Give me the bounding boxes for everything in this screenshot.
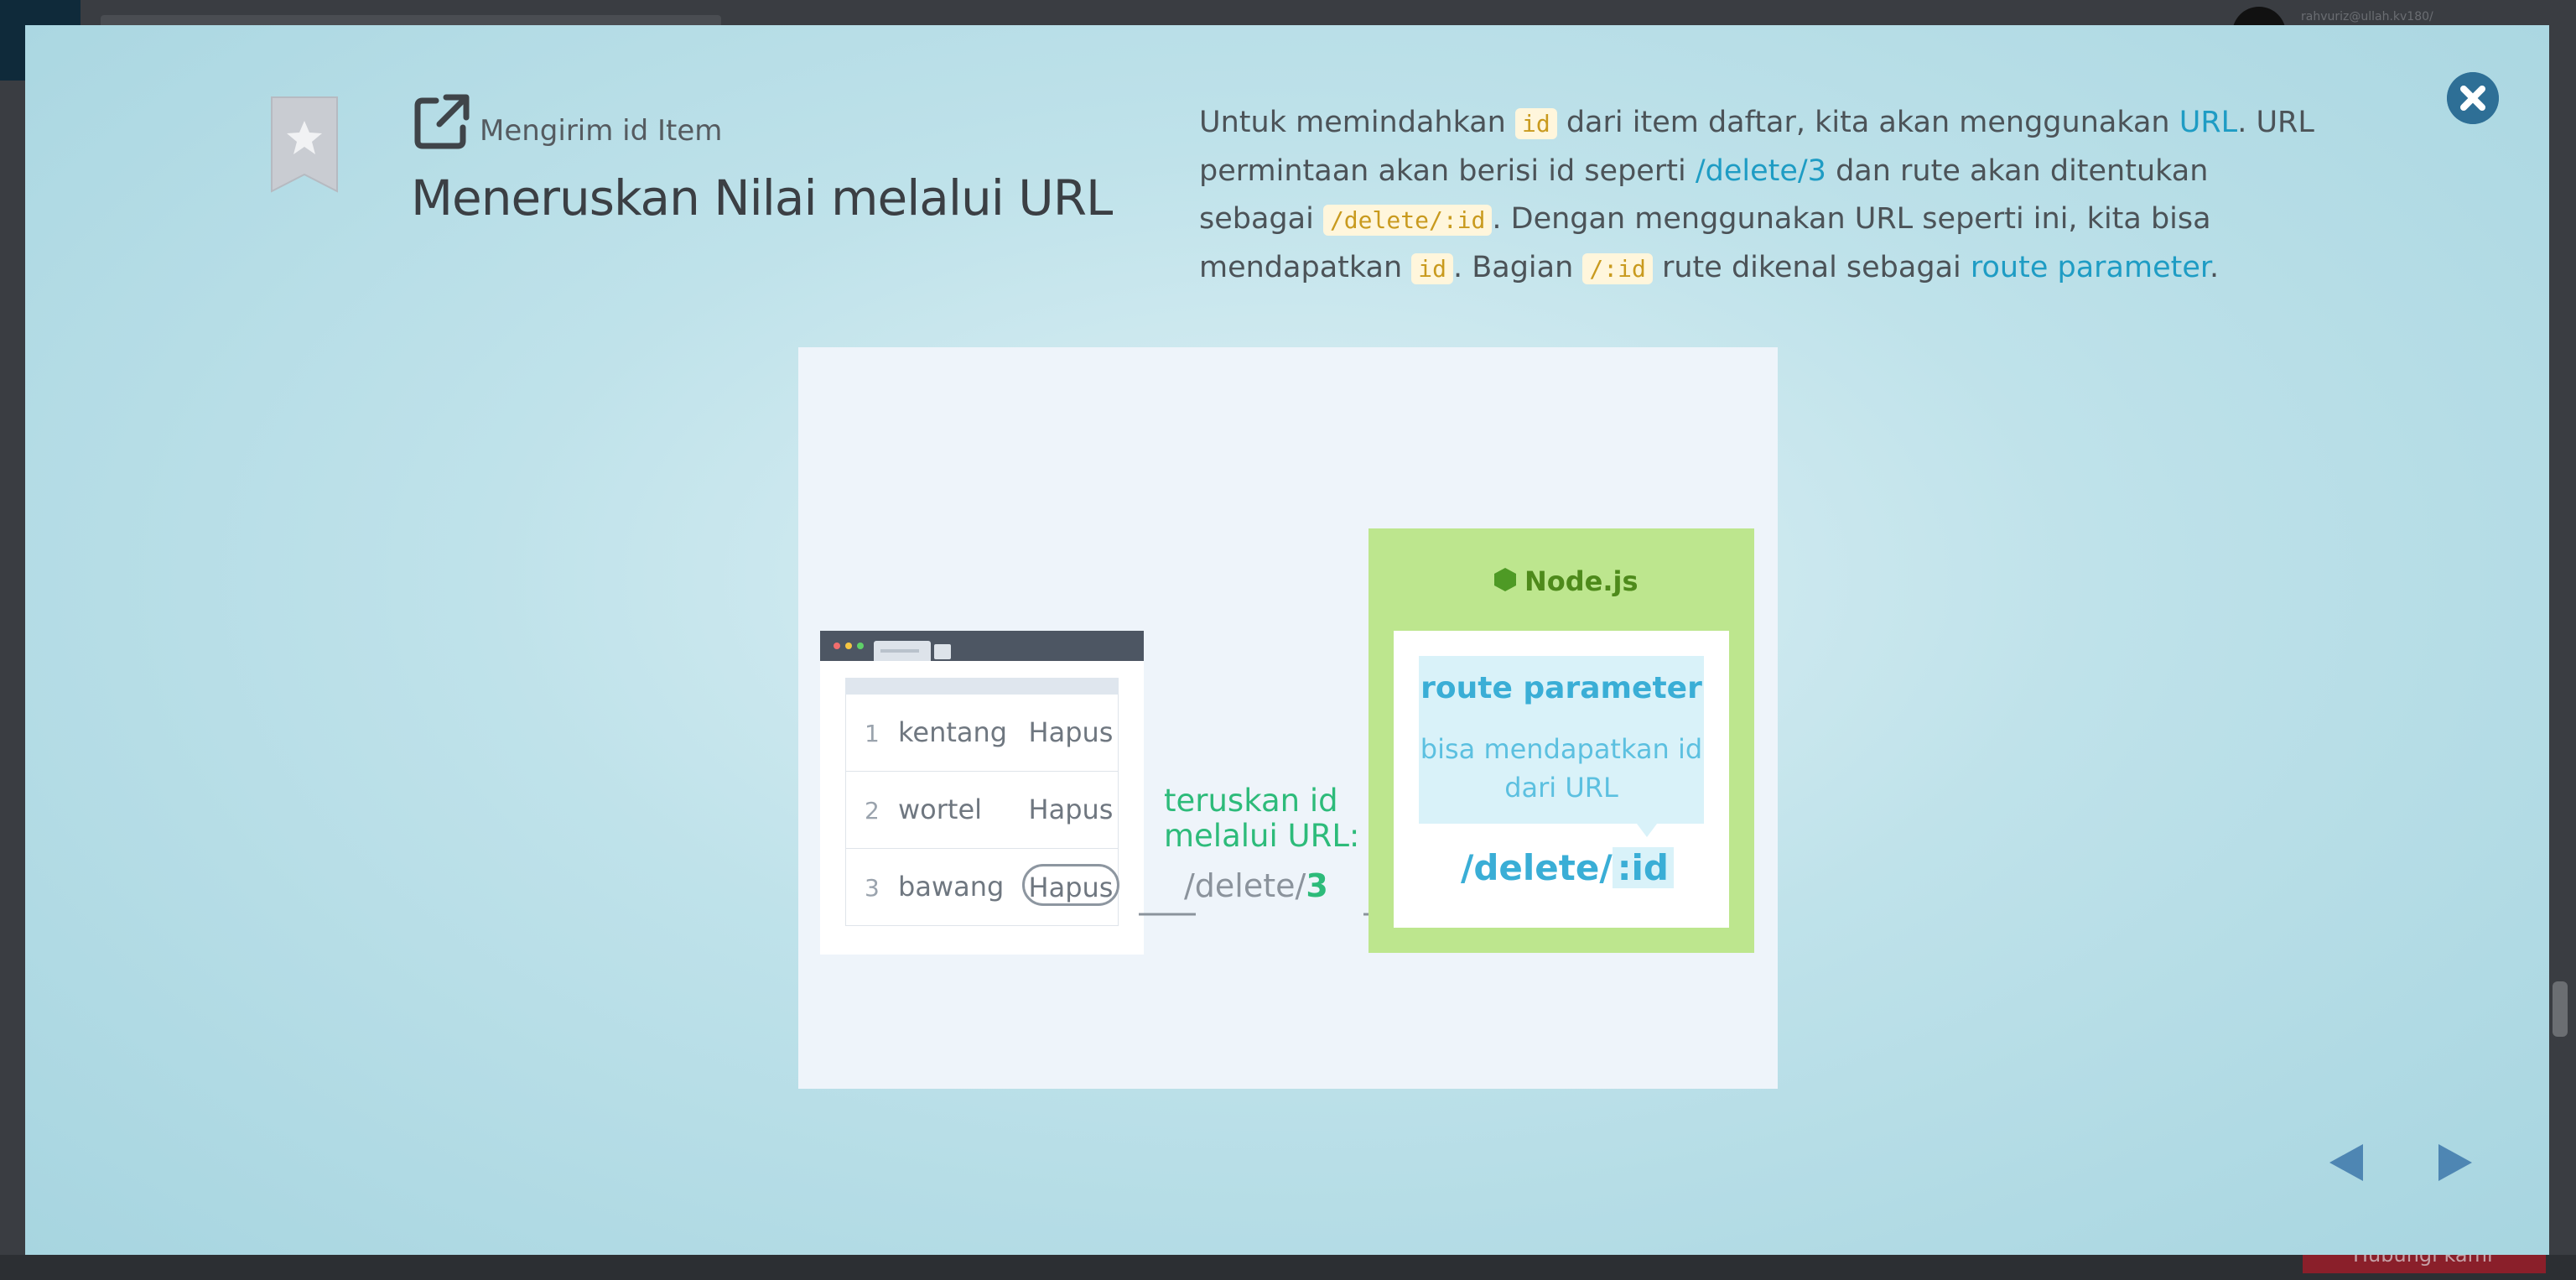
background-scrollbar (2553, 981, 2568, 1037)
link-delete-3[interactable]: /delete/3 (1696, 154, 1826, 188)
background-bottom-bar (0, 1255, 2576, 1280)
code-route: /delete/:id (1322, 205, 1493, 236)
slide-description: Untuk memindahkan id dari item daftar, k… (1199, 106, 2314, 284)
slide-title: Meneruskan Nilai melalui URL (411, 169, 1113, 226)
external-link-icon (414, 94, 470, 149)
nodejs-server-box: Node.js route parameter bisa mendapatkan… (1368, 528, 1754, 953)
background-user-area: rahvuriz@ullah.kv180/ (2224, 0, 2576, 60)
url-example: /delete/3 (1184, 867, 1328, 904)
slide-modal: Mengirim id Item Meneruskan Nilai melalu… (25, 25, 2549, 1255)
code-colon-id: /:id (1582, 253, 1653, 284)
slide-subtitle: Mengirim id Item (480, 114, 723, 148)
nodejs-label: Node.js (1524, 565, 1639, 597)
next-slide-icon[interactable] (2428, 1137, 2479, 1188)
nodejs-inner-panel: route parameter bisa mendapatkan id dari… (1394, 631, 1729, 928)
diagram-illustration: 1 kentang Hapus 2 wortel Hapus 3 bawang … (798, 347, 1778, 1089)
bubble-tail (1637, 824, 1657, 837)
bookmark-icon[interactable] (268, 96, 340, 195)
forward-id-label: teruskan id melalui URL: (1164, 783, 1360, 854)
user-name: rahvuriz@ullah.kv180/ (2301, 10, 2433, 23)
code-id: id (1515, 108, 1557, 139)
route-parameter-bubble: route parameter bisa mendapatkan id dari… (1419, 656, 1704, 824)
code-id: id (1411, 253, 1453, 284)
nodejs-hexagon-icon (1494, 568, 1516, 591)
route-parameter-text: bisa mendapatkan id dari URL (1420, 733, 1703, 804)
link-route-parameter[interactable]: route parameter (1971, 251, 2210, 284)
close-icon[interactable] (2447, 72, 2499, 124)
previous-slide-icon[interactable] (2323, 1137, 2373, 1188)
link-url[interactable]: URL (2179, 106, 2237, 139)
route-parameter-title: route parameter (1420, 671, 1702, 705)
route-definition: /delete/:id (1461, 847, 1674, 888)
